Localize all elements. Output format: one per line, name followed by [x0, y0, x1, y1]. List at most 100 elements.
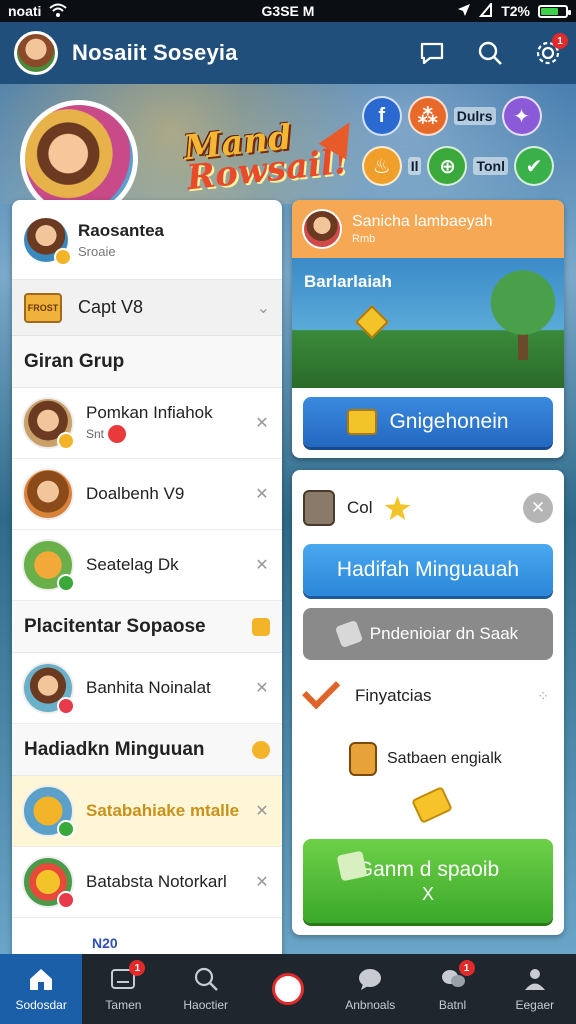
nav-label: Haoctier: [183, 998, 229, 1012]
item-name: Pomkan Infiahok: [86, 403, 213, 422]
item-name: Satabahiake mtalle: [86, 801, 240, 820]
share-icon[interactable]: ⁂: [407, 96, 448, 136]
nav-label: Tamen: [105, 998, 142, 1012]
weekly-gift-button[interactable]: Hadifah Minguauah: [303, 544, 553, 596]
reward-scene: Barlarlaiah: [292, 258, 564, 388]
section-giran-grup: Giran Grup: [12, 336, 282, 388]
settings-gear-icon[interactable]: 1: [534, 33, 568, 67]
item-badge-icon: [57, 697, 75, 715]
search-icon[interactable]: [476, 39, 504, 67]
remove-icon[interactable]: ✕: [252, 555, 272, 575]
nav-label: Eegaer: [515, 998, 555, 1012]
app-header: Nosaiit Soseyia 1: [0, 22, 576, 84]
location-icon: [457, 3, 471, 20]
battery-fill: [541, 7, 559, 15]
bolt-badge-icon: [108, 425, 127, 443]
finished-row[interactable]: Finyatcias ⁘: [302, 660, 553, 732]
item-name: Seatelag Dk: [86, 555, 179, 574]
social-row2-label: Tonl: [473, 157, 508, 175]
group-chat-icon: 1: [439, 960, 475, 992]
social-icons: f ⁂ Dulrs ✦ ♨ Il ⊕ Tonl ✔: [361, 96, 554, 186]
checkmark-icon: [302, 671, 341, 710]
list-item[interactable]: Doalbenh V9 ✕: [12, 459, 282, 530]
social-row2-number: Il: [407, 157, 422, 175]
coin-icon: [252, 740, 270, 759]
nav-item-inbox[interactable]: 1 Tamen: [82, 954, 164, 1024]
truncated-item-label: N20: [92, 935, 118, 951]
chat-bubble-icon[interactable]: [418, 39, 446, 67]
list-item[interactable]: Batabsta Notorkarl ✕: [12, 847, 282, 918]
actions-card-header: Col ✕: [303, 480, 553, 536]
inbox-icon: 1: [109, 960, 146, 992]
list-item[interactable]: Banhita Noinalat ✕: [12, 653, 282, 724]
remove-icon[interactable]: ✕: [252, 413, 272, 433]
checkmark-icon[interactable]: ✔: [514, 146, 554, 186]
nav-item-center[interactable]: [247, 954, 329, 1024]
home-icon: [27, 966, 55, 992]
item-badge-icon: [57, 820, 75, 838]
claim-button-label: Gnigehonein: [389, 410, 509, 433]
remove-icon[interactable]: ✕: [252, 801, 272, 821]
tree-illustration: [488, 264, 558, 374]
list-item[interactable]: Seatelag Dk ✕: [12, 530, 282, 601]
signal-icon: [479, 0, 493, 20]
cheese-icon: [411, 786, 453, 824]
weekly-gift-label: Hadifah Minguauah: [336, 558, 520, 581]
gift-icon: [347, 409, 378, 435]
critter-icon: [349, 742, 377, 776]
disabled-action-label: Pndenioiar dn Saak: [369, 624, 519, 643]
search-icon: [192, 966, 220, 992]
bottom-nav: Sodosdar 1 Tamen Haoctier Anbnoals 1 Bat…: [0, 954, 576, 1024]
remove-icon[interactable]: ✕: [252, 872, 272, 892]
nav-label: Batnl: [438, 998, 467, 1012]
game-logo: Mand Rowsail!: [182, 117, 351, 198]
remove-icon[interactable]: ✕: [252, 678, 272, 698]
remove-icon[interactable]: ✕: [252, 484, 272, 504]
nav-item-chat[interactable]: Anbnoals: [329, 954, 411, 1024]
nav-item-search[interactable]: Haoctier: [165, 954, 247, 1024]
close-icon[interactable]: ✕: [523, 493, 553, 523]
battery-percent: T2%: [501, 3, 530, 19]
nav-item-groups[interactable]: 1 Batnl: [411, 954, 493, 1024]
more-dots-icon[interactable]: ⁘: [537, 688, 553, 705]
gamepad-icon[interactable]: ⊕: [427, 146, 468, 186]
profile-name: Raosantea: [78, 220, 164, 240]
item-name: Banhita Noinalat: [86, 678, 211, 697]
play-button[interactable]: Ganm d spaoib X: [303, 839, 553, 923]
item-avatar: [22, 539, 75, 592]
nav-item-profile[interactable]: Eegaer: [494, 954, 576, 1024]
app-title: Nosaiit Soseyia: [72, 40, 238, 65]
carrier-label: noati: [8, 3, 42, 19]
list-item[interactable]: Pomkan Infiahok Snt ✕: [12, 388, 282, 459]
actions-card-label: Col: [347, 498, 373, 517]
reward-row-label: Satbaen engialk: [387, 750, 502, 767]
item-badge-icon: [57, 574, 75, 592]
item-sub: Snt: [86, 427, 105, 441]
puzzle-icon[interactable]: ✦: [501, 96, 542, 136]
reward-card-title: Sanicha lambaeyah: [352, 213, 493, 230]
disabled-action-button[interactable]: Pndenioiar dn Saak: [303, 608, 553, 660]
item-badge-icon: [57, 891, 75, 909]
gift-icon: [252, 617, 270, 636]
crate-icon: FROST: [24, 292, 62, 323]
profile-row[interactable]: Raosantea Sroaie: [12, 200, 282, 280]
chevron-down-icon: ⌄: [256, 299, 270, 317]
reward-card: Sanicha lambaeyah Rmb Barlarlaiah Gnigeh…: [292, 200, 564, 458]
claim-button[interactable]: Gnigehonein: [303, 397, 553, 447]
header-avatar[interactable]: [14, 31, 58, 75]
reward-row[interactable]: Satbaen engialk: [303, 732, 553, 786]
social-row1-label: Dulrs: [453, 107, 496, 125]
chef-hat-icon[interactable]: ♨: [361, 146, 402, 186]
left-panel: Raosantea Sroaie FROST Capt V8 ⌄ Giran G…: [12, 200, 282, 955]
list-item[interactable]: Satabahiake mtalle ✕: [12, 776, 282, 847]
scene-label: Barlarlaiah: [304, 272, 392, 291]
nav-badge: 1: [458, 960, 475, 976]
facebook-icon[interactable]: f: [361, 96, 402, 136]
nav-label: Sodosdar: [15, 998, 67, 1012]
capt-dropdown[interactable]: FROST Capt V8 ⌄: [12, 280, 282, 336]
nav-item-home[interactable]: Sodosdar: [0, 954, 83, 1024]
robot-icon: [303, 490, 335, 526]
ticket-icon: [336, 850, 368, 882]
gem-icon: [355, 305, 389, 339]
feather-icon: [334, 619, 363, 649]
